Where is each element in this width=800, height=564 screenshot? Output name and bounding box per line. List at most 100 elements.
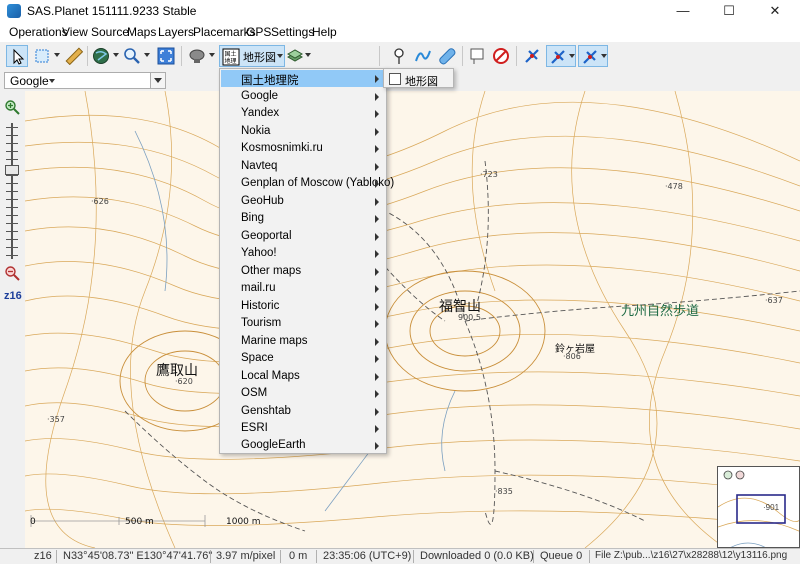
spot-height: ·478: [665, 182, 683, 191]
menu-item-label: GoogleEarth: [241, 439, 306, 451]
menu-gps[interactable]: GPS: [246, 25, 271, 39]
zoom-level-label: z16: [4, 290, 22, 302]
menu-item-label: Yahoo!: [241, 247, 277, 259]
menu-source[interactable]: Source: [91, 25, 129, 39]
close-button[interactable]: ✕: [752, 0, 798, 22]
zoom-slider-ticks: [6, 127, 18, 257]
menu-maps[interactable]: Maps: [127, 25, 156, 39]
zoom-slider-thumb[interactable]: [5, 165, 19, 175]
menu-item-label: Navteq: [241, 160, 278, 172]
maps-dropdown-menu: 国土地理院 Google Yandex Nokia Kosmosnimki.ru…: [219, 68, 394, 454]
gsi-submenu: 地形図: [383, 68, 454, 88]
gps-track-button[interactable]: [546, 45, 576, 67]
polygon-icon: [439, 48, 456, 65]
submenu-item-topographic[interactable]: 地形図: [385, 70, 452, 88]
select-button[interactable]: [31, 45, 61, 67]
globe-button[interactable]: [90, 45, 120, 67]
menu-item-label: Genplan of Moscow (Yabloko): [241, 177, 395, 189]
geocoder-dropdown-button[interactable]: [150, 73, 165, 88]
toolbar-separator: [379, 46, 380, 66]
ruler-button[interactable]: [63, 45, 85, 67]
topographic-map: [25, 91, 800, 548]
chevron-right-icon: [375, 355, 379, 363]
minimize-button[interactable]: —: [660, 0, 706, 22]
menu-item-marine-maps[interactable]: Marine maps: [221, 333, 385, 350]
chevron-right-icon: [375, 373, 379, 381]
polygon-button[interactable]: [436, 45, 458, 67]
menu-item-googleearth[interactable]: GoogleEarth: [221, 437, 385, 454]
menu-item-geohub[interactable]: GeoHub: [221, 193, 385, 210]
path-button[interactable]: [412, 45, 434, 67]
status-queue: Queue 0: [540, 550, 583, 562]
menu-item-yahoo[interactable]: Yahoo!: [221, 245, 385, 262]
menu-item-other-maps[interactable]: Other maps: [221, 263, 385, 280]
menu-item-google[interactable]: Google: [221, 88, 385, 105]
menu-help[interactable]: Help: [312, 25, 337, 39]
svg-text:地理: 地理: [225, 57, 237, 65]
mini-map[interactable]: ·901: [717, 466, 800, 548]
select-icon: [35, 49, 49, 63]
menu-item-genplan[interactable]: Genplan of Moscow (Yabloko): [221, 175, 394, 192]
menu-view[interactable]: View: [62, 25, 88, 39]
menu-item-label: GeoHub: [241, 195, 284, 207]
no-entry-button[interactable]: [490, 45, 512, 67]
map-view[interactable]: 福智山 鷹取山 九州自然歩道 鈴ヶ岩屋 ·723 ·478 ·626 ·637 …: [25, 91, 800, 548]
menu-item-geoportal[interactable]: Geoportal: [221, 228, 385, 245]
menu-item-genshtab[interactable]: Genshtab: [221, 403, 385, 420]
menu-item-yandex[interactable]: Yandex: [221, 105, 385, 122]
mini-map-view: [718, 470, 799, 547]
window-title: SAS.Planet 151111.9233 Stable: [27, 4, 197, 18]
menu-item-osm[interactable]: OSM: [221, 385, 385, 402]
chevron-right-icon: [375, 110, 379, 118]
main-toolbar: 国土 地理 地形図: [0, 42, 800, 71]
scale-label: 500 m: [125, 517, 154, 527]
cursor-button[interactable]: [6, 45, 28, 67]
globe-icon: [93, 48, 109, 64]
placemark-button[interactable]: [388, 45, 410, 67]
mini-map-spot-height: ·901: [763, 503, 780, 512]
spot-height: ·806: [563, 352, 581, 361]
chevron-right-icon: [375, 268, 379, 276]
menu-item-label: Genshtab: [241, 405, 291, 417]
chevron-right-icon: [375, 75, 379, 83]
status-separator: [56, 550, 57, 563]
menu-item-gsi[interactable]: 国土地理院: [221, 70, 385, 87]
menu-item-navteq[interactable]: Navteq: [221, 158, 385, 175]
chevron-down-icon: [277, 54, 283, 58]
status-downloaded: Downloaded 0 (0.0 KB): [420, 550, 534, 562]
menu-layers[interactable]: Layers: [158, 25, 194, 39]
menu-item-kosmosnimki[interactable]: Kosmosnimki.ru: [221, 140, 385, 157]
menu-item-local-maps[interactable]: Local Maps: [221, 368, 385, 385]
menu-item-label: Kosmosnimki.ru: [241, 142, 323, 154]
menu-item-mail-ru[interactable]: mail.ru: [221, 280, 385, 297]
status-time: 23:35:06 (UTC+9): [323, 550, 412, 562]
gps-center-icon: [583, 50, 597, 64]
zoom-button[interactable]: [121, 45, 151, 67]
gps-button[interactable]: [521, 45, 543, 67]
menu-item-label: mail.ru: [241, 282, 276, 294]
maximize-button[interactable]: ☐: [706, 0, 752, 22]
chevron-down-icon: [569, 54, 575, 58]
layers-button[interactable]: [284, 45, 314, 67]
status-distance: 0 m: [289, 550, 308, 562]
summit-height: 900.5: [458, 313, 481, 322]
zoom-out-icon[interactable]: [4, 265, 20, 281]
menu-item-tourism[interactable]: Tourism: [221, 315, 385, 332]
menu-operations[interactable]: Operations: [9, 25, 68, 39]
menu-item-historic[interactable]: Historic: [221, 298, 385, 315]
chevron-right-icon: [375, 198, 379, 206]
source-button[interactable]: [186, 45, 216, 67]
menu-item-esri[interactable]: ESRI: [221, 420, 385, 437]
map-type-button[interactable]: 国土 地理 地形図: [219, 45, 285, 67]
fullscreen-button[interactable]: [155, 45, 177, 67]
zoom-in-icon[interactable]: [4, 99, 20, 115]
menu-item-nokia[interactable]: Nokia: [221, 123, 385, 140]
menu-settings[interactable]: Settings: [271, 25, 314, 39]
menu-item-space[interactable]: Space: [221, 350, 385, 367]
menu-item-bing[interactable]: Bing: [221, 210, 385, 227]
geocoder-select[interactable]: Google: [4, 72, 166, 89]
comment-button[interactable]: [466, 45, 488, 67]
gps-center-button[interactable]: [578, 45, 608, 67]
menu-item-label: ESRI: [241, 422, 268, 434]
status-resolution: 3.97 m/pixel: [216, 550, 276, 562]
